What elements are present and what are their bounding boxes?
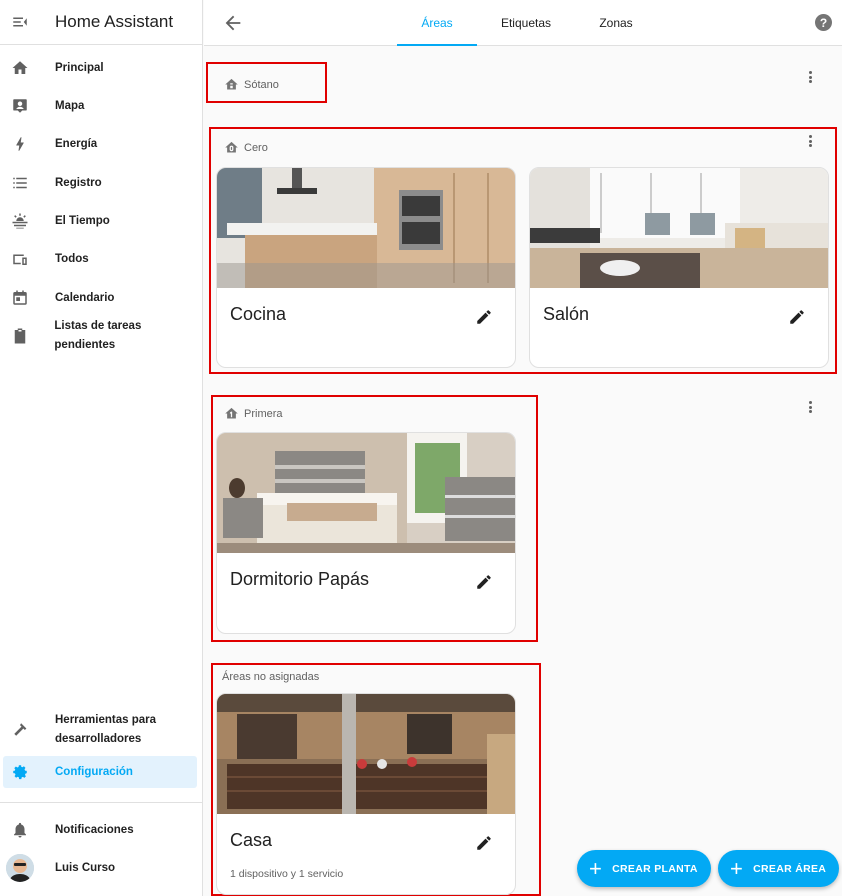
sidebar-item-listas-tareas[interactable]: Listas de tareas pendientes: [0, 317, 203, 355]
area-image-house: [217, 694, 515, 814]
help-icon: ?: [819, 15, 828, 30]
area-card-salon[interactable]: Salón: [529, 167, 829, 368]
floor-header-sotano: Sótano: [224, 77, 279, 92]
tab-etiquetas[interactable]: Etiquetas: [486, 0, 566, 46]
area-card-cocina[interactable]: Cocina: [216, 167, 516, 368]
devices-icon: [13, 254, 27, 265]
sidebar-item-principal[interactable]: Principal: [0, 49, 203, 87]
floor-title: Áreas no asignadas: [222, 671, 320, 683]
floor-ground-icon: [225, 141, 238, 153]
sidebar-item-calendario[interactable]: Calendario: [0, 279, 203, 317]
floor-title: Cero: [244, 141, 268, 154]
home-icon: [12, 61, 28, 74]
floor-menu-button[interactable]: [803, 133, 817, 149]
arrow-left-icon: [225, 15, 241, 31]
user-avatar-icon: [6, 854, 34, 882]
pencil-icon: [477, 310, 491, 324]
area-name: Casa: [230, 830, 273, 850]
sidebar-item-label: Configuración: [55, 765, 133, 778]
create-floor-button[interactable]: + CREAR PLANTA: [577, 850, 711, 887]
floor-title: Sótano: [244, 78, 279, 91]
sidebar-item-label: Listas de tareas pendientes: [54, 320, 142, 351]
app-title: Home Assistant: [55, 12, 174, 31]
plus-icon: +: [589, 855, 603, 881]
bell-icon: [14, 822, 26, 838]
tab-zonas[interactable]: Zonas: [576, 0, 656, 46]
sidebar-item-label: El Tiempo: [55, 214, 110, 227]
menu-collapse-icon: [13, 17, 27, 27]
floor-title: Primera: [244, 407, 283, 420]
area-name: Salón: [543, 304, 590, 324]
create-area-button[interactable]: + CREAR ÁREA: [718, 850, 839, 887]
edit-area-button[interactable]: [475, 308, 493, 326]
menu-toggle-button[interactable]: [0, 0, 40, 45]
floor-header-primera: Primera: [224, 406, 283, 421]
sidebar-item-label: Principal: [55, 61, 104, 74]
unassigned-areas-header: Áreas no asignadas: [222, 671, 319, 683]
sidebar-item-energia[interactable]: Energía: [0, 125, 203, 163]
sidebar-item-user[interactable]: Luis Curso: [0, 849, 203, 887]
floor-basement-icon: [225, 78, 238, 90]
lightning-icon: [16, 137, 24, 151]
pencil-icon: [477, 575, 491, 589]
sidebar-item-developer-tools[interactable]: Herramientas para desarrolladores: [0, 710, 203, 750]
edit-area-button[interactable]: [475, 573, 493, 591]
create-floor-label: CREAR PLANTA: [612, 862, 698, 875]
sidebar-item-label: Luis Curso: [55, 861, 116, 874]
sidebar-item-registro[interactable]: Registro: [0, 164, 203, 202]
area-summary: 1 dispositivo y 1 servicio: [230, 868, 344, 880]
area-image-living-room: [530, 168, 828, 288]
sidebar-item-mapa[interactable]: Mapa: [0, 87, 203, 125]
sidebar-item-notificaciones[interactable]: Notificaciones: [0, 811, 203, 849]
area-image-kitchen: [217, 168, 515, 288]
sidebar-item-label: Todos: [55, 252, 89, 265]
floor-menu-button[interactable]: [803, 399, 817, 415]
area-name: Dormitorio Papás: [230, 569, 370, 589]
edit-area-button[interactable]: [475, 834, 493, 852]
floor-header-cero: Cero: [224, 140, 268, 155]
sidebar-header: Home Assistant: [0, 0, 202, 45]
help-button[interactable]: ?: [815, 14, 832, 31]
sidebar-item-label: Energía: [55, 137, 98, 150]
map-icon: [13, 99, 27, 113]
sidebar: Home Assistant Principal Mapa Energía Re…: [0, 0, 203, 896]
weather-icon: [12, 213, 28, 229]
sidebar-item-label: Calendario: [55, 291, 115, 304]
gear-icon: [13, 765, 27, 780]
sidebar-divider: [0, 802, 203, 803]
avatar: [6, 854, 34, 882]
area-card-dormitorio[interactable]: Dormitorio Papás: [216, 432, 516, 634]
tab-areas[interactable]: Áreas: [397, 0, 477, 46]
area-card-casa[interactable]: Casa 1 dispositivo y 1 servicio: [216, 693, 516, 895]
sidebar-item-configuracion[interactable]: Configuración: [3, 756, 197, 788]
hammer-icon: [14, 723, 27, 736]
create-area-label: CREAR ÁREA: [753, 862, 827, 875]
back-button[interactable]: [222, 12, 244, 34]
area-name: Cocina: [230, 304, 287, 324]
floor-first-icon: [225, 407, 238, 419]
sidebar-item-label: Notificaciones: [55, 823, 134, 836]
plus-icon: +: [730, 855, 744, 881]
edit-area-button[interactable]: [788, 308, 806, 326]
pencil-icon: [477, 836, 491, 850]
sidebar-item-label: Registro: [55, 176, 102, 189]
top-app-bar: Áreas Etiquetas Zonas ?: [204, 0, 842, 46]
pencil-icon: [790, 310, 804, 324]
sidebar-item-label: Herramientas para desarrolladores: [55, 714, 156, 745]
area-image-bedroom: [217, 433, 515, 553]
sidebar-item-label: Mapa: [55, 99, 85, 112]
sidebar-item-todos[interactable]: Todos: [0, 240, 203, 278]
clipboard-icon: [14, 328, 25, 344]
sidebar-item-el-tiempo[interactable]: El Tiempo: [0, 202, 203, 240]
floor-menu-button[interactable]: [803, 69, 817, 85]
list-icon: [13, 177, 27, 189]
calendar-icon: [13, 290, 27, 305]
